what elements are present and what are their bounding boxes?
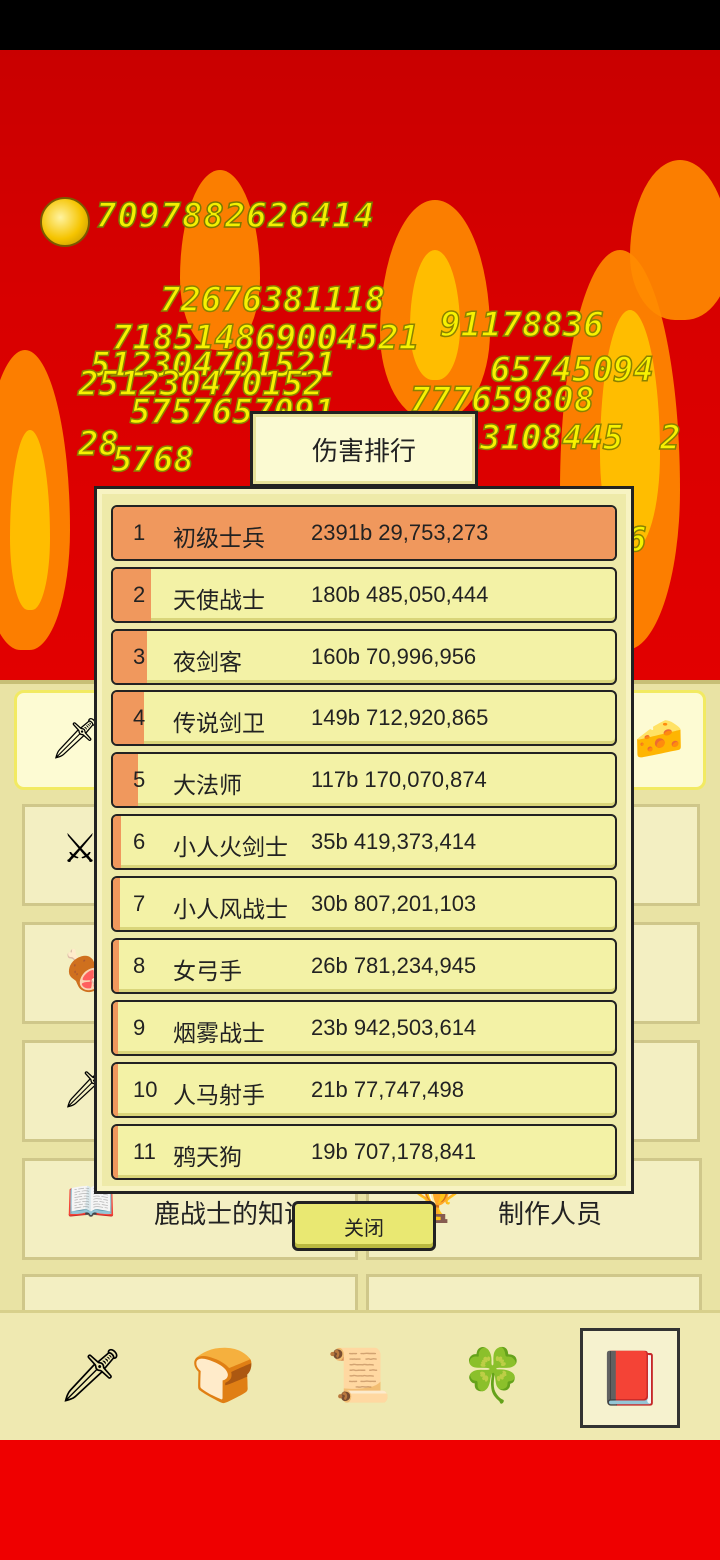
rank-number: 3 xyxy=(133,644,146,669)
hero-name: 传说剑卫 xyxy=(173,710,265,736)
sword-icon[interactable]: 🗡 xyxy=(46,1330,136,1420)
hero-name: 夜剑客 xyxy=(173,649,242,675)
ranking-row: 4 传说剑卫 149b 712,920,865 xyxy=(111,690,617,746)
bottom-background xyxy=(0,1440,720,1560)
damage-share-bar xyxy=(113,1002,119,1054)
ranking-row: 10 人马射手 21b 77,747,498 xyxy=(111,1062,617,1118)
ranking-row: 9 烟雾战士 23b 942,503,614 xyxy=(111,1000,617,1056)
damage-number: 3108445 xyxy=(479,417,624,459)
menu-cell[interactable] xyxy=(628,1040,700,1142)
damage-value: 117b 170,070,874 xyxy=(311,767,487,792)
damage-share-bar xyxy=(113,1064,119,1116)
damage-value: 160b 70,996,956 xyxy=(311,644,477,669)
ranking-row: 3 夜剑客 160b 70,996,956 xyxy=(111,629,617,685)
hero-name: 天使战士 xyxy=(173,587,265,613)
hero-name: 大法师 xyxy=(173,772,242,798)
hero-name: 初级士兵 xyxy=(173,525,265,551)
hero-name: 小人火剑士 xyxy=(173,834,288,860)
rank-number: 11 xyxy=(133,1139,156,1164)
rank-number: 10 xyxy=(133,1077,158,1102)
ranking-row: 1 初级士兵 2391b 29,753,273 xyxy=(111,505,617,561)
damage-value: 30b 807,201,103 xyxy=(311,891,477,916)
ranking-row: 6 小人火剑士 35b 419,373,414 xyxy=(111,814,617,870)
damage-share-bar xyxy=(113,816,121,868)
ranking-row: 8 女弓手 26b 781,234,945 xyxy=(111,938,617,994)
rank-number: 2 xyxy=(133,582,146,607)
cheese-icon: 🧀 xyxy=(634,716,684,762)
menu-cell[interactable] xyxy=(628,804,700,906)
rank-number: 6 xyxy=(133,829,146,854)
damage-share-bar xyxy=(113,940,119,992)
hero-name: 女弓手 xyxy=(173,958,242,984)
damage-value: 2391b 29,753,273 xyxy=(311,520,489,545)
hero-name: 人马射手 xyxy=(173,1082,265,1108)
status-bar xyxy=(0,0,720,50)
damage-share-bar xyxy=(113,878,120,930)
gold-counter: 7097882626414 xyxy=(95,195,376,237)
ranking-dialog: 1 初级士兵 2391b 29,753,273 2 天使战士 180b 485,050,4… xyxy=(94,486,634,1194)
ranking-row: 11 鸦天狗 19b 707,178,841 xyxy=(111,1124,617,1180)
damage-number: 72676381118 xyxy=(159,279,386,321)
damage-value: 180b 485,050,444 xyxy=(311,582,489,607)
bread-icon[interactable]: 🍞 xyxy=(178,1330,268,1420)
close-button[interactable]: 关闭 xyxy=(292,1201,436,1251)
clover-icon[interactable]: 🍀 xyxy=(448,1330,538,1420)
ranking-row: 2 天使战士 180b 485,050,444 xyxy=(111,567,617,623)
hero-name: 鸦天狗 xyxy=(173,1144,242,1170)
damage-value: 21b 77,747,498 xyxy=(311,1077,464,1102)
rank-number: 4 xyxy=(133,705,146,730)
hero-name: 小人风战士 xyxy=(173,896,288,922)
rank-number: 5 xyxy=(133,767,146,792)
rank-number: 9 xyxy=(133,1015,146,1040)
ranking-row: 5 大法师 117b 170,070,874 xyxy=(111,752,617,808)
damage-value: 23b 942,503,614 xyxy=(311,1015,477,1040)
damage-value: 149b 712,920,865 xyxy=(311,705,489,730)
sword-scroll-icon: ⚔ xyxy=(62,826,98,872)
damage-value: 35b 419,373,414 xyxy=(311,829,477,854)
damage-number: 2 xyxy=(659,417,681,459)
rank-number: 8 xyxy=(133,953,146,978)
scroll-icon[interactable]: 📜 xyxy=(314,1330,404,1420)
knowledge-label: 鹿战士的知识 xyxy=(154,1199,311,1229)
damage-number: 5768 xyxy=(111,439,194,481)
damage-value: 26b 781,234,945 xyxy=(311,953,477,978)
ranking-title: 伤害排行 xyxy=(250,411,478,487)
ranking-row: 7 小人风战士 30b 807,201,103 xyxy=(111,876,617,932)
gold-coin-icon xyxy=(40,197,90,247)
hero-name: 烟雾战士 xyxy=(173,1020,265,1046)
rank-number: 1 xyxy=(133,520,146,545)
rank-number: 7 xyxy=(133,891,146,916)
damage-number: 91178836 xyxy=(439,304,604,346)
damage-share-bar xyxy=(113,1126,119,1178)
menu-cell[interactable] xyxy=(628,922,700,1024)
credits-label: 制作人员 xyxy=(498,1199,603,1229)
damage-value: 19b 707,178,841 xyxy=(311,1139,477,1164)
book-icon[interactable]: 📕 xyxy=(580,1328,680,1428)
